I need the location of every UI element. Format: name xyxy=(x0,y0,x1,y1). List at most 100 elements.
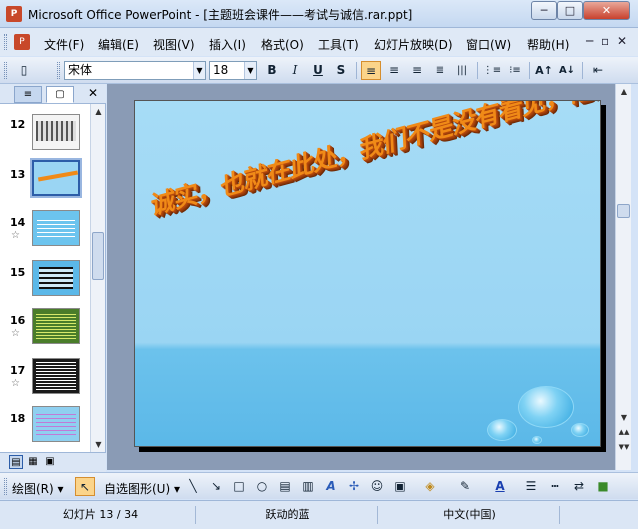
slide-thumbnail-14[interactable] xyxy=(32,210,80,246)
justify-button[interactable]: ≣ xyxy=(430,61,450,80)
shrink-font-button[interactable]: A↓ xyxy=(557,61,577,80)
scroll-up-icon[interactable]: ▲ xyxy=(91,104,106,119)
previous-slide-icon[interactable]: ▲▲ xyxy=(616,425,632,440)
slide-thumbnail-17[interactable] xyxy=(32,358,80,394)
oval-tool-button[interactable]: ○ xyxy=(252,477,272,496)
close-button[interactable]: ✕ xyxy=(583,1,630,20)
scroll-thumb[interactable] xyxy=(92,232,104,280)
toolbar-separator xyxy=(477,62,478,79)
doc-restore-button[interactable]: ▫ xyxy=(601,34,609,48)
toolbar-grip[interactable] xyxy=(57,62,60,79)
animation-star-icon: ☆ xyxy=(11,328,20,339)
chevron-down-icon[interactable]: ▼ xyxy=(244,62,256,79)
slide-thumbnail-15[interactable] xyxy=(32,260,80,296)
document-icon[interactable]: P xyxy=(14,34,30,50)
toolbar-grip[interactable] xyxy=(4,62,7,79)
fill-color-button[interactable]: ◈ xyxy=(420,477,440,496)
tab-outline[interactable]: ≡ xyxy=(14,86,42,103)
water-drop-decoration xyxy=(532,436,542,444)
doc-minimize-button[interactable]: ─ xyxy=(586,34,593,48)
wordart-button[interactable]: A xyxy=(321,477,341,496)
draw-menu-button[interactable]: 绘图(R) ▾ xyxy=(12,480,64,497)
rectangle-tool-button[interactable]: □ xyxy=(229,477,249,496)
menu-view[interactable]: 视图(V) xyxy=(153,36,195,53)
tab-slides[interactable]: ▢ xyxy=(46,86,74,103)
menu-edit[interactable]: 编辑(E) xyxy=(98,36,139,53)
scroll-down-icon[interactable]: ▼ xyxy=(616,410,632,425)
current-slide[interactable]: 诚实，也就在此处，我们不是没有看见，他是不愿…… xyxy=(134,100,601,447)
font-color-button[interactable]: A xyxy=(490,477,510,496)
normal-view-icon[interactable]: ▤ xyxy=(9,455,23,469)
align-right-button[interactable]: ≡ xyxy=(407,61,427,80)
minimize-button[interactable]: ─ xyxy=(531,1,557,20)
align-left-button[interactable]: ≡ xyxy=(361,61,381,80)
menu-slideshow[interactable]: 幻灯片放映(D) xyxy=(374,36,453,53)
powerpoint-app-icon[interactable]: P xyxy=(6,6,22,22)
menu-window[interactable]: 窗口(W) xyxy=(466,36,511,53)
slide-sorter-view-icon[interactable]: ▦ xyxy=(26,455,40,469)
slide-number: 15 xyxy=(10,266,26,279)
font-name-select[interactable]: 宋体 ▼ xyxy=(64,61,206,80)
menu-help[interactable]: 帮助(H) xyxy=(527,36,569,53)
numbering-button[interactable]: ⋮≡ xyxy=(482,61,502,80)
arrow-style-button[interactable]: ⇄ xyxy=(569,477,589,496)
dash-style-button[interactable]: ┅ xyxy=(545,477,565,496)
thumbnail-list[interactable]: 12 13 14 ☆ 15 16 ☆ 17 ☆ 18 xyxy=(0,104,90,452)
view-buttons: ▤ ▦ ▣ xyxy=(0,452,106,472)
decrease-indent-button[interactable]: ⇤ xyxy=(588,61,608,80)
slide-number: 16 xyxy=(10,314,26,327)
slide-scrollbar[interactable]: ▲ ▼ ▲▲ ▼▼ xyxy=(615,84,631,470)
distribute-button[interactable]: ||| xyxy=(452,61,472,80)
menu-format[interactable]: 格式(O) xyxy=(261,36,304,53)
bold-button[interactable]: B xyxy=(262,61,282,80)
align-center-button[interactable]: ≡ xyxy=(384,61,404,80)
next-slide-icon[interactable]: ▼▼ xyxy=(616,440,632,455)
slide-thumbnail-13[interactable] xyxy=(30,158,82,198)
insert-picture-button[interactable]: ▣ xyxy=(390,477,410,496)
menu-file[interactable]: 文件(F) xyxy=(44,36,84,53)
close-panel-icon[interactable]: ✕ xyxy=(88,86,98,100)
chevron-down-icon[interactable]: ▼ xyxy=(193,62,205,79)
animation-star-icon: ☆ xyxy=(11,378,20,389)
menu-tools[interactable]: 工具(T) xyxy=(318,36,359,53)
new-document-icon[interactable]: ▯ xyxy=(14,61,34,80)
bullets-button[interactable]: ⁝≡ xyxy=(505,61,525,80)
textbox-tool-button[interactable]: ▤ xyxy=(275,477,295,496)
diagram-button[interactable]: ✢ xyxy=(344,477,364,496)
italic-button[interactable]: I xyxy=(285,61,305,80)
font-size-select[interactable]: 18 ▼ xyxy=(209,61,257,80)
slide-thumbnail-12[interactable] xyxy=(32,114,80,150)
maximize-button[interactable]: □ xyxy=(557,1,583,20)
toolbar-grip[interactable] xyxy=(4,34,7,50)
line-color-button[interactable]: ✎ xyxy=(455,477,475,496)
slides-panel: ≡ ▢ ✕ 12 13 14 ☆ 15 16 ☆ 17 ☆ 18 ▲ ▼ ▤ ▦… xyxy=(0,84,106,472)
slide-wordart-text[interactable]: 诚实，也就在此处，我们不是没有看见，他是不愿…… xyxy=(150,101,600,223)
formatting-toolbar: ▯ 宋体 ▼ 18 ▼ B I U S ≡ ≡ ≡ ≣ ||| ⋮≡ ⁝≡ A↑… xyxy=(0,57,638,84)
slide-thumbnail-16[interactable] xyxy=(32,308,80,344)
title-bar: P Microsoft Office PowerPoint - [主题班会课件—… xyxy=(0,0,638,28)
panel-scrollbar[interactable]: ▲ ▼ xyxy=(90,104,105,452)
clipart-button[interactable]: ☺ xyxy=(367,477,387,496)
scroll-thumb[interactable] xyxy=(617,204,630,218)
arrow-tool-button[interactable]: ↘ xyxy=(206,477,226,496)
toolbar-separator xyxy=(529,62,530,79)
shadow-3d-button[interactable]: ■ xyxy=(593,477,613,496)
thumbnail-content xyxy=(36,313,76,339)
font-name-value: 宋体 xyxy=(68,63,93,77)
scroll-down-icon[interactable]: ▼ xyxy=(91,437,106,452)
shadow-button[interactable]: S xyxy=(331,61,351,80)
underline-button[interactable]: U xyxy=(308,61,328,80)
doc-close-button[interactable]: ✕ xyxy=(617,34,627,48)
scroll-up-icon[interactable]: ▲ xyxy=(616,84,632,99)
line-style-button[interactable]: ☰ xyxy=(521,477,541,496)
toolbar-grip[interactable] xyxy=(4,478,7,495)
autoshapes-label: 自选图形(U) xyxy=(104,482,171,496)
line-tool-button[interactable]: ╲ xyxy=(183,477,203,496)
vertical-textbox-button[interactable]: ▥ xyxy=(298,477,318,496)
autoshapes-menu-button[interactable]: 自选图形(U) ▾ xyxy=(104,480,180,497)
slideshow-view-icon[interactable]: ▣ xyxy=(43,455,57,469)
slide-thumbnail-18[interactable] xyxy=(32,406,80,442)
grow-font-button[interactable]: A↑ xyxy=(534,61,554,80)
select-objects-button[interactable]: ↖ xyxy=(75,477,95,496)
menu-insert[interactable]: 插入(I) xyxy=(209,36,246,53)
